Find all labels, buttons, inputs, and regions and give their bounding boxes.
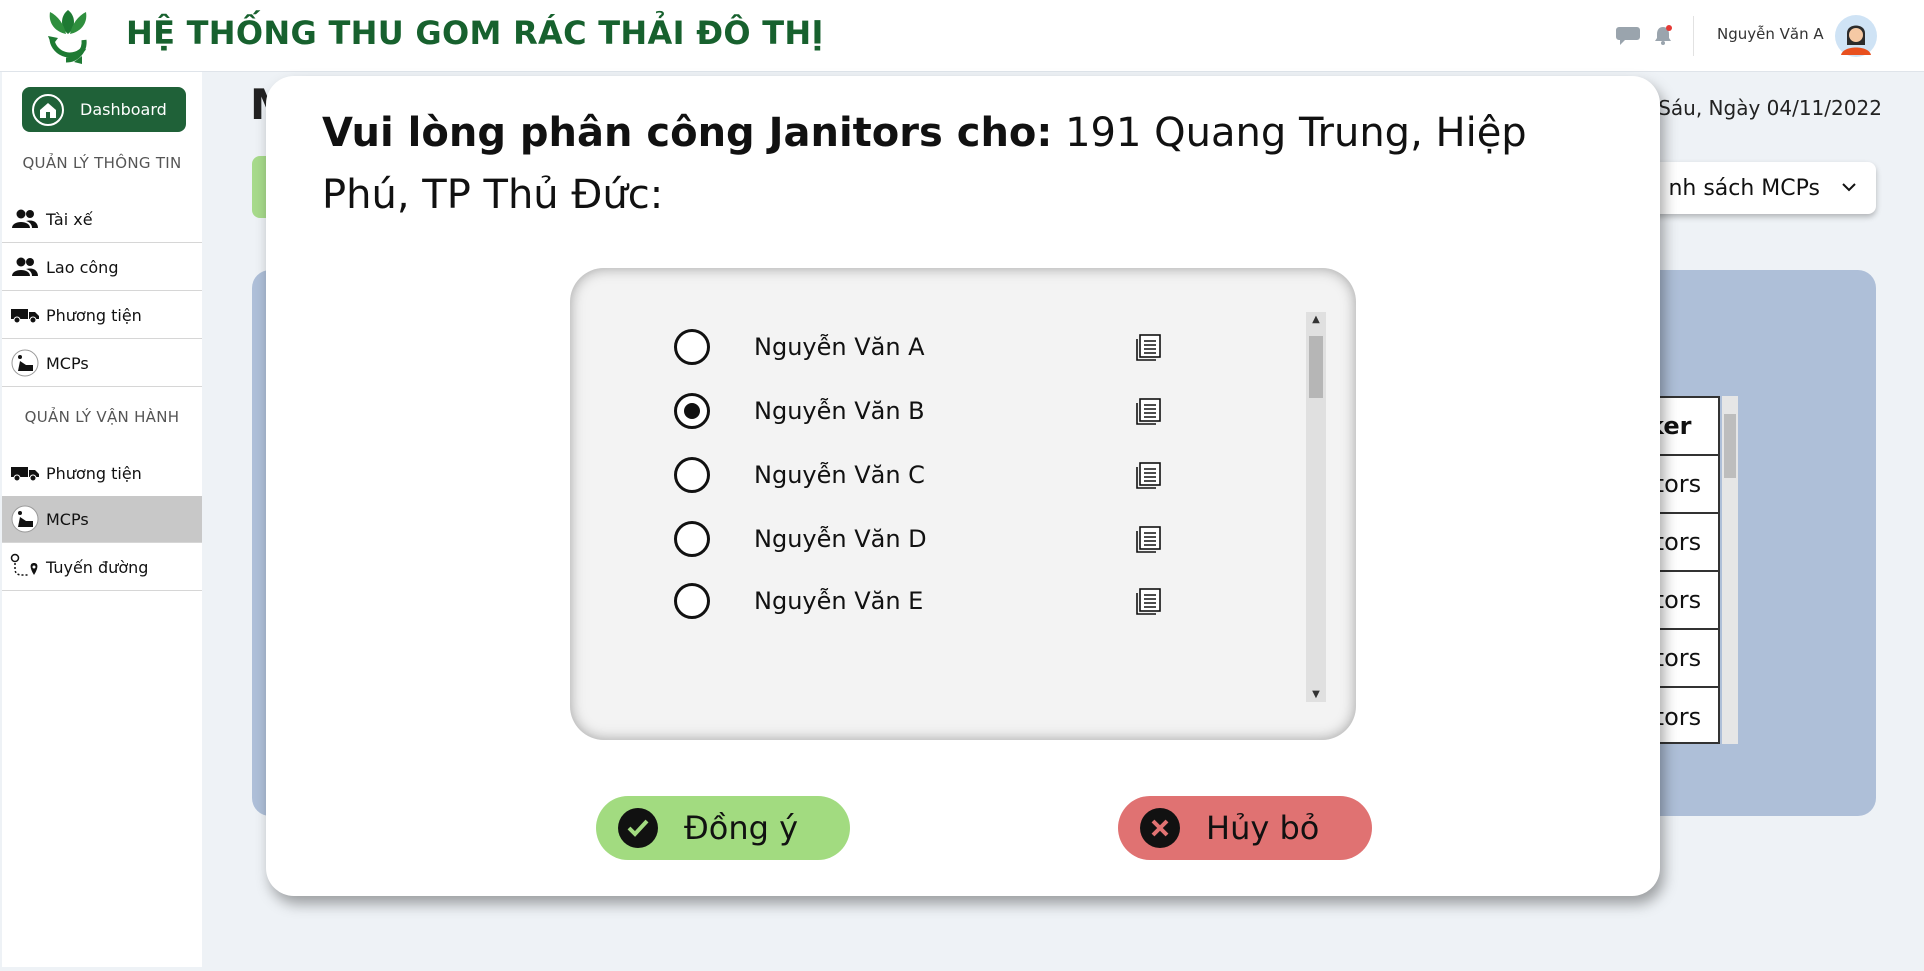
sidebar-item-label: MCPs bbox=[46, 353, 89, 373]
sidebar-item-label: Phương tiện bbox=[46, 463, 142, 483]
table-scrollbar[interactable] bbox=[1722, 396, 1738, 744]
janitor-name: Nguyễn Văn A bbox=[754, 333, 925, 361]
cancel-button[interactable]: Hủy bỏ bbox=[1118, 796, 1372, 860]
user-name[interactable]: Nguyễn Văn A bbox=[1717, 25, 1824, 43]
sidebar-item-vehicles-ops[interactable]: Phương tiện bbox=[2, 450, 202, 497]
truck-icon bbox=[10, 460, 40, 486]
sidebar-item-mcps-info[interactable]: MCPs bbox=[2, 340, 202, 387]
dialog-title: Vui lòng phân công Janitors cho: 191 Qua… bbox=[322, 102, 1612, 226]
radio-button[interactable] bbox=[674, 457, 710, 493]
scroll-thumb[interactable] bbox=[1724, 414, 1736, 478]
scroll-thumb[interactable] bbox=[1309, 336, 1323, 398]
dropdown-label: nh sách MCPs bbox=[1668, 175, 1820, 201]
home-icon bbox=[32, 93, 64, 126]
confirm-label: Đồng ý bbox=[684, 809, 799, 847]
radio-button[interactable] bbox=[674, 329, 710, 365]
sidebar-item-drivers[interactable]: Tài xế bbox=[2, 196, 202, 243]
mcp-icon bbox=[10, 505, 40, 533]
sidebar-item-routes[interactable]: Tuyến đường bbox=[2, 544, 202, 591]
sidebar-item-vehicles-info[interactable]: Phương tiện bbox=[2, 292, 202, 339]
janitor-name: Nguyễn Văn D bbox=[754, 525, 927, 553]
sidebar-item-janitors[interactable]: Lao công bbox=[2, 244, 202, 291]
janitor-name: Nguyễn Văn E bbox=[754, 587, 924, 615]
list-item[interactable]: Nguyễn Văn C bbox=[674, 450, 1174, 500]
list-item[interactable]: Nguyễn Văn E bbox=[674, 576, 1174, 626]
scroll-down-arrow[interactable]: ▼ bbox=[1306, 689, 1326, 700]
section-title-ops: QUẢN LÝ VẬN HÀNH bbox=[24, 408, 180, 426]
check-circle-icon bbox=[618, 808, 658, 848]
mcp-icon bbox=[10, 349, 40, 377]
list-item[interactable]: Nguyễn Văn D bbox=[674, 514, 1174, 564]
radio-button[interactable] bbox=[674, 583, 710, 619]
sidebar-item-label: Lao công bbox=[46, 257, 119, 277]
details-icon[interactable] bbox=[1134, 524, 1164, 554]
details-icon[interactable] bbox=[1134, 586, 1164, 616]
list-item[interactable]: Nguyễn Văn A bbox=[674, 322, 1174, 372]
recycle-leaf-logo[interactable] bbox=[38, 4, 98, 68]
cancel-label: Hủy bỏ bbox=[1206, 809, 1320, 847]
radio-button-selected[interactable] bbox=[674, 393, 710, 429]
truck-icon bbox=[10, 302, 40, 328]
details-icon[interactable] bbox=[1134, 332, 1164, 362]
scroll-up-arrow[interactable]: ▲ bbox=[1306, 314, 1326, 325]
sidebar-item-label: Tuyến đường bbox=[46, 557, 149, 577]
assign-janitors-dialog: Vui lòng phân công Janitors cho: 191 Qua… bbox=[266, 76, 1660, 896]
radio-button[interactable] bbox=[674, 521, 710, 557]
list-item[interactable]: Nguyễn Văn B bbox=[674, 386, 1174, 436]
bell-icon[interactable] bbox=[1653, 24, 1673, 46]
close-circle-icon bbox=[1140, 808, 1180, 848]
sidebar-item-label: Phương tiện bbox=[46, 305, 142, 325]
sidebar-item-label: MCPs bbox=[46, 509, 89, 529]
dashboard-label: Dashboard bbox=[80, 100, 167, 119]
chat-icon[interactable] bbox=[1615, 26, 1641, 46]
confirm-button[interactable]: Đồng ý bbox=[596, 796, 850, 860]
dialog-title-prefix: Vui lòng phân công Janitors cho: bbox=[322, 110, 1053, 156]
top-header: HỆ THỐNG THU GOM RÁC THẢI ĐÔ THỊ Nguyễn … bbox=[0, 0, 1924, 72]
janitor-name: Nguyễn Văn C bbox=[754, 461, 925, 489]
chevron-down-icon bbox=[1842, 183, 1856, 192]
details-icon[interactable] bbox=[1134, 460, 1164, 490]
dashboard-button[interactable]: Dashboard bbox=[22, 87, 186, 132]
header-divider bbox=[1693, 16, 1694, 56]
details-icon[interactable] bbox=[1134, 396, 1164, 426]
sidebar-item-mcps-ops[interactable]: MCPs bbox=[2, 496, 202, 543]
janitor-list: Nguyễn Văn A Nguyễn Văn B Nguyễn Văn C N… bbox=[570, 268, 1356, 740]
current-date: y Sáu, Ngày 04/11/2022 bbox=[1640, 96, 1882, 120]
users-icon bbox=[10, 254, 40, 280]
users-icon bbox=[10, 206, 40, 232]
sidebar-item-label: Tài xế bbox=[46, 209, 93, 229]
app-title: HỆ THỐNG THU GOM RÁC THẢI ĐÔ THỊ bbox=[126, 14, 824, 52]
janitor-name: Nguyễn Văn B bbox=[754, 397, 925, 425]
list-scrollbar[interactable]: ▲ ▼ bbox=[1306, 312, 1326, 702]
route-icon bbox=[10, 553, 40, 580]
sidebar: Dashboard QUẢN LÝ THÔNG TIN Tài xế Lao c… bbox=[2, 72, 202, 967]
section-title-info: QUẢN LÝ THÔNG TIN bbox=[22, 154, 182, 172]
user-avatar[interactable] bbox=[1835, 15, 1877, 57]
